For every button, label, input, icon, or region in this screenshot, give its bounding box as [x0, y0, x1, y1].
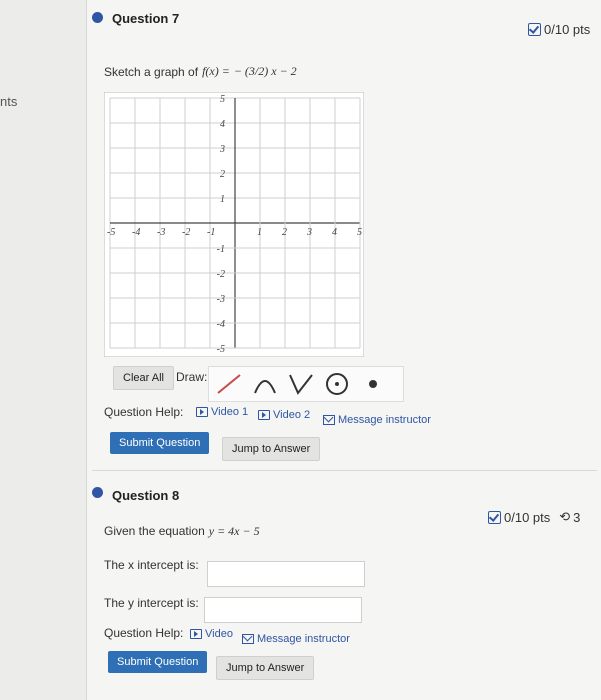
video-1-link[interactable]: Video 1: [196, 406, 248, 418]
question-8-prompt-text: Given the equation: [104, 524, 205, 538]
circle-tool[interactable]: [321, 370, 353, 398]
x-tick-label: -1: [207, 227, 215, 238]
coordinate-grid[interactable]: -5 -4 -3 -2 -1 1 2 3 4 5 5 4 3 2 1 -1 -2 -3 -4 -5: [104, 92, 364, 357]
y-tick-label: 5: [220, 94, 225, 105]
mail-icon: [323, 415, 335, 425]
play-icon: [258, 410, 270, 420]
grid-background: [104, 92, 364, 357]
checkbox-icon: [528, 23, 541, 36]
y-tick-label: -4: [217, 319, 225, 330]
question-7-title: Question 7: [112, 11, 180, 26]
video-2-link-text: Video 2: [273, 409, 311, 421]
draw-label: Draw:: [176, 370, 208, 384]
x-tick-label: -2: [182, 227, 190, 238]
x-tick-label: 4: [332, 227, 337, 238]
question-8-bullet: [92, 487, 103, 498]
function-rhs: − (3/2) x − 2: [233, 64, 297, 78]
y-tick-label: -2: [217, 269, 225, 280]
question-7-points-text: 0/10 pts: [544, 22, 591, 37]
video-1-link-text: Video 1: [211, 406, 249, 418]
question-8-points: 0/10 pts ⟲ 3: [488, 509, 580, 525]
question-8-jump-to-answer-button[interactable]: Jump to Answer: [216, 656, 315, 680]
message-instructor-link-text: Message instructor: [338, 414, 431, 426]
y-tick-label: -5: [217, 344, 225, 355]
point-tool[interactable]: [357, 370, 389, 398]
function-lhs: f(x) =: [202, 64, 230, 78]
checkbox-icon: [488, 510, 501, 524]
absolute-value-icon: [289, 374, 313, 395]
y-tick-label: -3: [217, 294, 225, 305]
y-tick-label: -1: [217, 244, 225, 255]
parabola-tool[interactable]: [249, 370, 281, 398]
y-tick-label: 1: [220, 194, 225, 205]
question-divider: [92, 470, 597, 471]
tries-count: 3: [573, 509, 581, 525]
question-8-video-link-text: Video: [205, 628, 233, 640]
line-icon: [217, 374, 241, 394]
question-8-message-instructor-link-text: Message instructor: [257, 633, 350, 645]
y-tick-label: 4: [220, 119, 225, 130]
x-tick-label: -3: [157, 227, 165, 238]
draw-toolbar: [208, 366, 404, 402]
question-7-points: 0/10 pts: [528, 22, 590, 37]
x-tick-label: -5: [107, 227, 115, 238]
question-8-submit-button[interactable]: Submit Question: [108, 651, 208, 673]
question-7-prompt-text: Sketch a graph of: [104, 64, 199, 79]
question-7-bullet: [92, 12, 103, 23]
x-intercept-label: The x intercept is:: [104, 558, 199, 572]
question-7-help-label: Question Help:: [104, 405, 184, 419]
clear-all-button[interactable]: Clear All: [113, 366, 174, 390]
play-icon: [196, 407, 208, 417]
x-tick-label: 2: [282, 227, 287, 238]
circle-icon: [326, 373, 348, 395]
x-intercept-input[interactable]: [207, 561, 365, 587]
jump-to-answer-button[interactable]: Jump to Answer: [222, 437, 321, 461]
x-tick-label: 1: [257, 227, 262, 238]
absolute-value-tool[interactable]: [285, 370, 317, 398]
message-instructor-link[interactable]: Message instructor: [323, 414, 431, 426]
y-tick-label: 3: [219, 144, 225, 155]
y-tick-label: 2: [220, 169, 225, 180]
x-tick-label: 3: [306, 227, 312, 238]
x-tick-label: 5: [357, 227, 362, 238]
x-tick-label: -4: [132, 227, 140, 238]
parabola-icon: [254, 380, 276, 394]
question-7-prompt: Sketch a graph of f(x) = − (3/2) x − 2: [104, 64, 297, 79]
question-8-title: Question 8: [112, 488, 180, 503]
question-8-help-label: Question Help:: [104, 626, 184, 640]
question-8-message-instructor-link[interactable]: Message instructor: [242, 633, 350, 645]
question-8-points-text: 0/10 pts: [504, 509, 551, 525]
truncated-left-text: nts: [0, 94, 18, 109]
play-icon: [190, 629, 202, 639]
retry-icon: ⟲: [559, 509, 571, 524]
mail-icon: [242, 634, 254, 644]
y-intercept-label: The y intercept is:: [104, 596, 199, 610]
submit-question-button[interactable]: Submit Question: [110, 432, 210, 454]
equation-text: y = 4x − 5: [208, 524, 260, 538]
line-tool[interactable]: [213, 370, 245, 398]
point-icon: [369, 380, 377, 388]
video-2-link[interactable]: Video 2: [258, 409, 310, 421]
y-intercept-input[interactable]: [204, 597, 362, 623]
question-8-prompt: Given the equation y = 4x − 5: [104, 524, 260, 539]
question-8-video-link[interactable]: Video: [190, 628, 233, 640]
